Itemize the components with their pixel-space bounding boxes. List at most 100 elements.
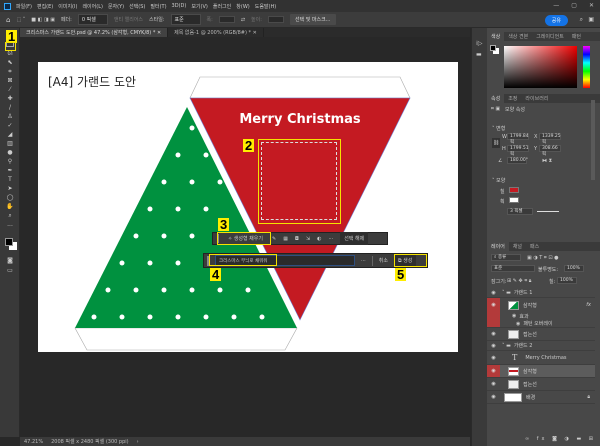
- search-icon[interactable]: ⌕: [580, 16, 583, 24]
- layer-name: 접는선: [523, 381, 537, 388]
- foreground-color-swatch[interactable]: [5, 238, 13, 246]
- cancel-button[interactable]: 취소: [379, 257, 388, 264]
- eye-icon[interactable]: ◉: [487, 341, 500, 350]
- fill-input[interactable]: 100%: [557, 277, 577, 284]
- color-spectrum-field[interactable]: [504, 46, 577, 88]
- angle-input[interactable]: 180.00°: [507, 157, 528, 164]
- stroke-width-input[interactable]: 3 픽셀: [507, 208, 533, 215]
- fill-color-swatch[interactable]: [509, 187, 519, 193]
- pattern-dot: [133, 287, 139, 293]
- stroke-style-select[interactable]: [537, 211, 559, 212]
- tab-channels[interactable]: 채널: [509, 242, 526, 251]
- transform-icon[interactable]: ⇲: [306, 236, 310, 242]
- annotation-4: 4: [210, 267, 222, 282]
- eye-icon[interactable]: ◉: [516, 321, 520, 327]
- lock-icon[interactable]: 🔒︎: [587, 394, 590, 400]
- color-panel-tabs: 색상 색상 견본 그레이디언트 패턴: [487, 32, 600, 41]
- fill-label: 칠:: [549, 279, 556, 285]
- layer-name: 가랜드 2: [513, 343, 533, 349]
- banner-text: Merry Christmas: [239, 112, 361, 127]
- chevron-right-icon[interactable]: ›: [137, 439, 139, 445]
- tab-properties[interactable]: 속성: [487, 94, 505, 103]
- blend-mode-select[interactable]: 표준: [491, 265, 535, 272]
- x-input[interactable]: 1339.25 픽: [539, 133, 561, 145]
- layer-fold-line-1[interactable]: ◉ 접는선: [487, 328, 595, 341]
- layer-name: Merry Christmas: [525, 354, 567, 361]
- transform-section[interactable]: ˅ 변형: [492, 125, 505, 132]
- y-label: Y: [534, 146, 538, 152]
- layer-filter-select[interactable]: ⌕ 종류: [491, 254, 521, 261]
- layer-effect-pattern-overlay[interactable]: ◉ 패턴 오버레이: [487, 320, 595, 328]
- close-icon[interactable]: ✕: [589, 2, 594, 9]
- properties-scrollbar[interactable]: [591, 100, 595, 180]
- layer-name: 삼각형: [523, 302, 537, 309]
- layers-bottom-toolbar[interactable]: ∞ fx ◙ ◑ ▬ ⊞ 🗑︎: [525, 436, 600, 442]
- tab-paths[interactable]: 패스: [526, 242, 543, 251]
- pattern-dot: [119, 260, 125, 266]
- tab-adjustments[interactable]: 조정: [504, 94, 521, 103]
- eye-icon[interactable]: ◉: [487, 391, 500, 403]
- layer-triangle-green[interactable]: ◉ 삼각형 fx: [487, 298, 595, 312]
- eye-icon[interactable]: ◉: [487, 298, 500, 312]
- eye-icon[interactable]: ◉: [487, 288, 500, 297]
- tab-swatches[interactable]: 색상 견본: [504, 32, 532, 41]
- fx-icon[interactable]: fx: [586, 302, 591, 308]
- tab-patterns[interactable]: 패턴: [568, 32, 585, 41]
- foreground-swatch[interactable]: [490, 45, 496, 51]
- pattern-dot: [175, 260, 181, 266]
- pattern-dot: [259, 314, 265, 320]
- layer-group-garland-1[interactable]: ◉ ˅ ▬ 가랜드 1: [487, 288, 595, 298]
- bottom-fold-tab: [74, 327, 298, 351]
- eye-icon[interactable]: ◉: [487, 378, 500, 390]
- artwork: [74, 76, 411, 351]
- flip-icons[interactable]: ⧓ ⧗: [542, 158, 552, 164]
- h-label: H: [502, 146, 506, 152]
- annotation-5: 5: [395, 267, 407, 282]
- history-icon[interactable]: ⁞▷: [476, 40, 483, 47]
- layer-fold-line-2[interactable]: ◉ 접는선: [487, 378, 595, 391]
- tab-layers[interactable]: 레이어: [487, 242, 509, 251]
- layer-group-garland-2[interactable]: ◉ ˅ ▬ 가랜드 2: [487, 341, 595, 351]
- layer-merry-christmas[interactable]: ◉ T Merry Christmas: [487, 351, 595, 365]
- appearance-section[interactable]: ˅ 모양: [492, 177, 505, 184]
- deselect-button[interactable]: 선택 해제: [340, 232, 369, 245]
- tab-color[interactable]: 색상: [487, 32, 505, 41]
- stroke-color-swatch[interactable]: [509, 197, 519, 203]
- pattern-dot: [147, 260, 153, 266]
- opacity-input[interactable]: 100%: [564, 265, 584, 272]
- height-input[interactable]: 1799.51 픽: [507, 145, 529, 157]
- minimize-icon[interactable]: —: [553, 2, 559, 9]
- adjust-icon[interactable]: ◐: [317, 236, 321, 242]
- workspace-icon[interactable]: ▣: [588, 16, 594, 23]
- hue-slider[interactable]: [583, 46, 590, 88]
- share-button[interactable]: 공유: [544, 15, 568, 26]
- eye-icon[interactable]: ◉: [487, 365, 500, 377]
- tab-gradients[interactable]: 그레이디언트: [532, 32, 568, 41]
- tab-libraries[interactable]: 라이브러리: [521, 94, 552, 103]
- layer-background[interactable]: ◉ 배경 🔒︎: [487, 391, 595, 404]
- y-input[interactable]: 308.66 픽: [539, 145, 561, 157]
- more-options-button[interactable]: ···: [361, 258, 366, 264]
- width-input[interactable]: 1799.84 픽: [507, 133, 529, 145]
- zoom-level[interactable]: 47.21%: [24, 439, 43, 445]
- layer-triangle-red-selected[interactable]: ◉ 삼각형: [487, 365, 595, 378]
- eye-icon[interactable]: ◉: [512, 313, 516, 319]
- maximize-icon[interactable]: ▢: [571, 2, 577, 9]
- select-subject-icon[interactable]: ◘: [295, 236, 299, 242]
- pattern-dot: [189, 233, 195, 239]
- eye-icon[interactable]: ◉: [487, 328, 500, 340]
- lock-icons[interactable]: ⊞ ✎ ✥ ⌗ 🔒︎: [507, 278, 531, 284]
- more-options-button[interactable]: ···: [328, 236, 333, 242]
- eye-icon[interactable]: ◉: [487, 351, 500, 364]
- pattern-dot: [217, 287, 223, 293]
- folder-icon: ˅ ▬: [502, 342, 511, 349]
- pattern-dot: [161, 179, 167, 185]
- comments-icon[interactable]: ▬: [476, 51, 482, 58]
- link-icon[interactable]: ⛓: [492, 138, 501, 148]
- layer-effects[interactable]: ◉ 효과: [487, 312, 595, 320]
- mask-icon[interactable]: ▦: [283, 236, 288, 242]
- filter-icons[interactable]: ▣ ◑ T ⌗ ⊡ ●: [527, 255, 558, 261]
- divider: [371, 255, 373, 266]
- pattern-dot: [105, 287, 111, 293]
- brush-icon[interactable]: ✎: [272, 236, 276, 242]
